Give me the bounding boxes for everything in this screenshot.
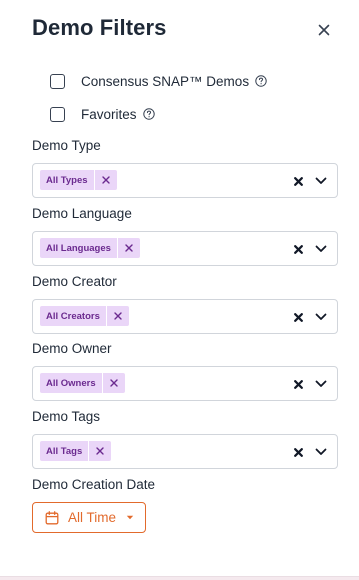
clear-x-icon (293, 379, 303, 389)
favorites-label: Favorites (81, 106, 137, 122)
chevron-down-icon (315, 177, 327, 184)
date-range-value: All Time (68, 510, 117, 525)
snap-demos-checkbox[interactable] (50, 73, 65, 89)
demo-creation-date-label: Demo Creation Date (32, 477, 156, 492)
x-icon (114, 312, 122, 320)
demo-tags-label: Demo Tags (32, 409, 101, 424)
clear-button[interactable] (291, 242, 305, 256)
chevron-down-icon (315, 245, 327, 252)
clear-x-icon (293, 312, 303, 322)
chip-label: All Languages (46, 242, 111, 254)
demo-creator-select[interactable]: All Creators (32, 299, 338, 334)
chip-label: All Owners (46, 377, 96, 389)
demo-language-chip: All Languages (40, 238, 140, 258)
chevron-down-icon (315, 313, 327, 320)
x-icon (101, 176, 110, 184)
chip-label: All Tags (46, 445, 83, 457)
close-button[interactable] (314, 20, 334, 40)
x-icon (125, 244, 133, 252)
clear-button[interactable] (291, 377, 305, 391)
question-circle-icon[interactable] (255, 75, 267, 87)
dropdown-button[interactable] (313, 173, 329, 189)
x-icon (96, 447, 104, 455)
caret-down-icon (126, 515, 134, 520)
clear-x-icon (293, 244, 303, 254)
demo-type-chip: All Types (40, 170, 117, 190)
clear-button[interactable] (291, 174, 305, 188)
calendar-icon (45, 510, 59, 525)
clear-x-icon (293, 176, 303, 186)
clear-x-icon (293, 447, 303, 457)
chip-remove-button[interactable] (101, 373, 125, 393)
demo-language-label: Demo Language (32, 206, 132, 221)
demo-owner-select[interactable]: All Owners (32, 366, 338, 401)
chevron-down-icon (315, 380, 327, 387)
favorites-checkbox-row: Favorites (50, 104, 155, 124)
dropdown-button[interactable] (313, 444, 329, 460)
demo-tags-select[interactable]: All Tags (32, 434, 338, 469)
dropdown-button[interactable] (313, 241, 329, 257)
dropdown-button[interactable] (313, 376, 329, 392)
clear-button[interactable] (291, 445, 305, 459)
demo-owner-label: Demo Owner (32, 341, 112, 356)
bottom-divider (0, 576, 359, 580)
chip-remove-button[interactable] (105, 306, 129, 326)
chip-remove-button[interactable] (88, 441, 111, 461)
question-circle-icon[interactable] (142, 108, 155, 120)
demo-filters-panel: Demo Filters Consensus SNAP™ Demos Favor… (0, 0, 359, 580)
chip-label: All Types (46, 174, 88, 186)
chip-label: All Creators (46, 310, 100, 322)
chip-remove-button[interactable] (116, 238, 140, 258)
x-icon (109, 379, 118, 387)
dropdown-button[interactable] (313, 309, 329, 325)
demo-type-select[interactable]: All Types (32, 163, 338, 198)
panel-title: Demo Filters (32, 15, 167, 40)
chip-remove-button[interactable] (93, 170, 117, 190)
favorites-checkbox[interactable] (50, 106, 65, 122)
demo-language-select[interactable]: All Languages (32, 231, 338, 266)
snap-demos-checkbox-row: Consensus SNAP™ Demos (50, 71, 267, 91)
demo-tags-chip: All Tags (40, 441, 112, 461)
demo-creator-chip: All Creators (40, 306, 129, 326)
chevron-down-icon (315, 448, 327, 455)
date-range-button[interactable]: All Time (32, 502, 146, 533)
close-icon (318, 24, 330, 36)
demo-creator-label: Demo Creator (32, 274, 117, 289)
clear-button[interactable] (291, 310, 305, 324)
demo-owner-chip: All Owners (40, 373, 125, 393)
snap-demos-label: Consensus SNAP™ Demos (81, 73, 250, 89)
demo-type-label: Demo Type (32, 138, 101, 153)
